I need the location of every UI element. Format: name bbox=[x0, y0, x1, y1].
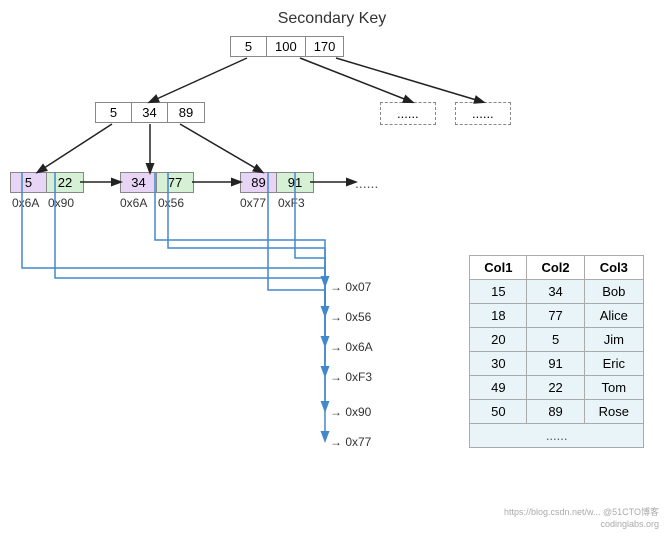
main-canvas: Secondary Key 5 100 170 5 34 89 ...... .… bbox=[0, 0, 664, 534]
r1c1: 77 bbox=[527, 304, 584, 328]
leaf2-cell0: 89 bbox=[241, 173, 277, 192]
r2c2: Jim bbox=[584, 328, 643, 352]
r3c1: 91 bbox=[527, 352, 584, 376]
data-table: Col1 Col2 Col3 15 34 Bob 18 77 Alice 20 … bbox=[469, 255, 644, 448]
table-dots-row: ...... bbox=[470, 424, 644, 448]
dashed-node-2: ...... bbox=[455, 102, 511, 125]
table-dots: ...... bbox=[470, 424, 644, 448]
table-row: 18 77 Alice bbox=[470, 304, 644, 328]
l2-cell-0: 5 bbox=[96, 103, 132, 122]
r5c2: Rose bbox=[584, 400, 643, 424]
r5c1: 89 bbox=[527, 400, 584, 424]
leaf0-cell0: 5 bbox=[11, 173, 47, 192]
r0c0: 15 bbox=[470, 280, 527, 304]
root-cell-0: 5 bbox=[231, 37, 267, 56]
dashed-node-1: ...... bbox=[380, 102, 436, 125]
leaf2-cell1: 91 bbox=[277, 173, 313, 192]
r4c2: Tom bbox=[584, 376, 643, 400]
page-title: Secondary Key bbox=[0, 10, 664, 28]
hex-0xF3: → 0xF3 bbox=[330, 370, 372, 384]
table-row: 15 34 Bob bbox=[470, 280, 644, 304]
leaf-node-1: 34 77 bbox=[120, 172, 194, 193]
leaf1-cell0: 34 bbox=[121, 173, 157, 192]
r3c0: 30 bbox=[470, 352, 527, 376]
dots-middle: ...... bbox=[355, 175, 378, 191]
l2-cell-2: 89 bbox=[168, 103, 204, 122]
root-cell-1: 100 bbox=[267, 37, 306, 56]
leaf2-sub0: 0x77 bbox=[240, 196, 266, 210]
table-row: 49 22 Tom bbox=[470, 376, 644, 400]
col2-header: Col2 bbox=[527, 256, 584, 280]
leaf-node-2: 89 91 bbox=[240, 172, 314, 193]
r5c0: 50 bbox=[470, 400, 527, 424]
r1c2: Alice bbox=[584, 304, 643, 328]
root-node: 5 100 170 bbox=[230, 36, 344, 57]
leaf1-cell1: 77 bbox=[157, 173, 193, 192]
watermark-line2: codinglabs.org bbox=[600, 519, 659, 529]
hex-0x07: → 0x07 bbox=[330, 280, 371, 294]
r4c0: 49 bbox=[470, 376, 527, 400]
table-row: 50 89 Rose bbox=[470, 400, 644, 424]
leaf0-cell1: 22 bbox=[47, 173, 83, 192]
col1-header: Col1 bbox=[470, 256, 527, 280]
r3c2: Eric bbox=[584, 352, 643, 376]
r2c1: 5 bbox=[527, 328, 584, 352]
leaf1-sub1: 0x56 bbox=[158, 196, 184, 210]
r2c0: 20 bbox=[470, 328, 527, 352]
l2-cell-1: 34 bbox=[132, 103, 168, 122]
table-row: 20 5 Jim bbox=[470, 328, 644, 352]
r0c1: 34 bbox=[527, 280, 584, 304]
leaf-node-0: 5 22 bbox=[10, 172, 84, 193]
hex-0x90: → 0x90 bbox=[330, 405, 371, 419]
hex-0x56: → 0x56 bbox=[330, 310, 371, 324]
r1c0: 18 bbox=[470, 304, 527, 328]
watermark-line1: https://blog.csdn.net/w... @51CTO博客 bbox=[504, 505, 659, 518]
table-row: 30 91 Eric bbox=[470, 352, 644, 376]
leaf0-sub0: 0x6A bbox=[12, 196, 39, 210]
level2-node: 5 34 89 bbox=[95, 102, 205, 123]
r4c1: 22 bbox=[527, 376, 584, 400]
leaf0-sub1: 0x90 bbox=[48, 196, 74, 210]
hex-0x6A: → 0x6A bbox=[330, 340, 373, 354]
hex-0x77: → 0x77 bbox=[330, 435, 371, 449]
root-cell-2: 170 bbox=[306, 37, 344, 56]
r0c2: Bob bbox=[584, 280, 643, 304]
leaf1-sub0: 0x6A bbox=[120, 196, 147, 210]
leaf2-sub1: 0xF3 bbox=[278, 196, 305, 210]
col3-header: Col3 bbox=[584, 256, 643, 280]
